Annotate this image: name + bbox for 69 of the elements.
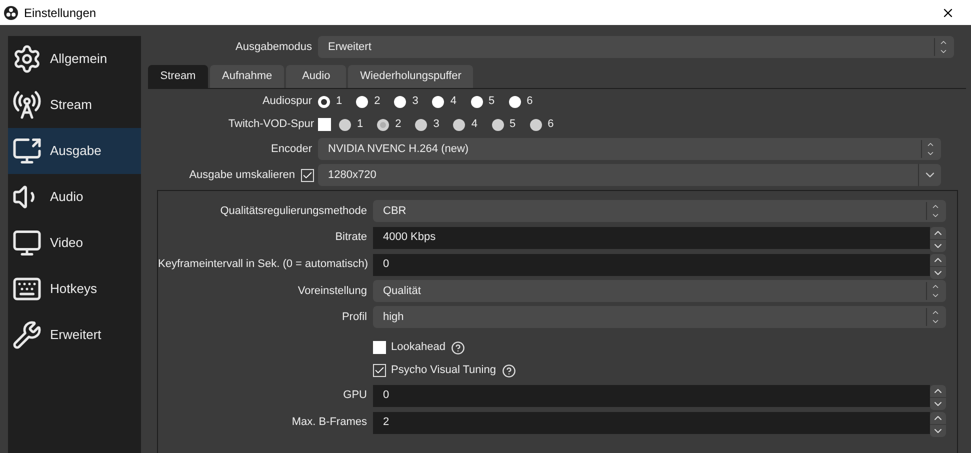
radio-label: 2: [374, 94, 380, 110]
field-label: Keyframeintervall in Sek. (0 = automatisch): [158, 257, 370, 272]
radio-button[interactable]: [318, 96, 330, 108]
tab[interactable]: Audio: [286, 65, 346, 88]
checkbox[interactable]: [373, 364, 386, 377]
tab[interactable]: Stream: [148, 65, 208, 88]
number-field[interactable]: 4000 Kbps: [373, 226, 930, 248]
sidebar-item[interactable]: Video: [8, 220, 141, 266]
antenna-icon: [10, 90, 44, 120]
radio-button[interactable]: [470, 96, 482, 108]
decrement-button[interactable]: [930, 240, 946, 252]
field-label: Encoder: [270, 142, 313, 157]
field-label: Qualitätsregulierungsmethode: [219, 204, 368, 219]
radio-label: 1: [357, 117, 364, 132]
field-label: Ausgabe umskalieren: [189, 168, 295, 183]
decrement-button[interactable]: [930, 424, 946, 436]
radio-label: 6: [548, 117, 554, 132]
radio-button[interactable]: [432, 96, 444, 108]
field-label: Twitch-VOD-Spur: [227, 117, 315, 132]
increment-button[interactable]: [930, 254, 946, 266]
sidebar-item[interactable]: Hotkeys: [8, 266, 141, 312]
checkbox-label: Psycho Visual Tuning: [391, 363, 496, 378]
radio-label: 5: [488, 94, 495, 110]
tab[interactable]: Aufnahme: [210, 65, 284, 88]
sidebar-item[interactable]: Erweitert: [8, 312, 141, 358]
radio-label: 3: [433, 117, 440, 132]
number-field[interactable]: 2: [373, 412, 930, 434]
field-label: Audiospur: [261, 94, 313, 110]
dropdown[interactable]: CBR: [373, 200, 946, 222]
radio-label: 5: [510, 117, 516, 132]
increment-button[interactable]: [930, 412, 946, 424]
dropdown[interactable]: Erweitert: [318, 36, 954, 58]
field-label: Profil: [340, 310, 368, 325]
app-logo-icon: [4, 6, 18, 20]
dropdown[interactable]: NVIDIA NVENC H.264 (new): [318, 138, 941, 160]
radio-button[interactable]: [394, 96, 406, 108]
sidebar-item[interactable]: Stream: [8, 82, 141, 128]
radio-label: 6: [526, 94, 533, 110]
sidebar-item[interactable]: Audio: [8, 174, 141, 220]
field-label: Max. B-Frames: [290, 415, 368, 430]
sidebar-item[interactable]: Allgemein: [8, 36, 141, 82]
window-title: Einstellungen: [24, 4, 96, 22]
dropdown[interactable]: high: [373, 306, 946, 328]
checkbox-label: Lookahead: [391, 340, 446, 356]
radio-label: 1: [336, 94, 342, 110]
number-field[interactable]: 0: [373, 384, 930, 406]
radio-label: 3: [412, 94, 418, 110]
decrement-button[interactable]: [930, 398, 946, 410]
field-label: GPU: [342, 388, 368, 404]
increment-button[interactable]: [930, 384, 946, 396]
increment-button[interactable]: [930, 226, 946, 238]
sidebar-item[interactable]: Ausgabe: [8, 128, 141, 174]
tab[interactable]: Wiederholungspuffer: [348, 65, 474, 88]
field-label: Ausgabemodus: [234, 40, 313, 55]
radio-button[interactable]: [508, 96, 521, 108]
checkbox[interactable]: [301, 168, 314, 182]
field-label: Bitrate: [334, 230, 368, 246]
radio-label: 4: [471, 117, 478, 132]
field-label: Voreinstellung: [296, 284, 368, 299]
dropdown[interactable]: Qualität: [373, 280, 946, 302]
radio-label: 2: [395, 117, 402, 132]
number-field[interactable]: 0: [373, 254, 930, 276]
monitor-icon: [10, 228, 44, 258]
decrement-button[interactable]: [930, 266, 946, 278]
dropdown[interactable]: 1280x720: [318, 164, 941, 186]
checkbox[interactable]: [373, 341, 386, 354]
radio-label: 4: [450, 94, 456, 110]
radio-button[interactable]: [356, 96, 368, 108]
caret-icon: [918, 164, 937, 186]
